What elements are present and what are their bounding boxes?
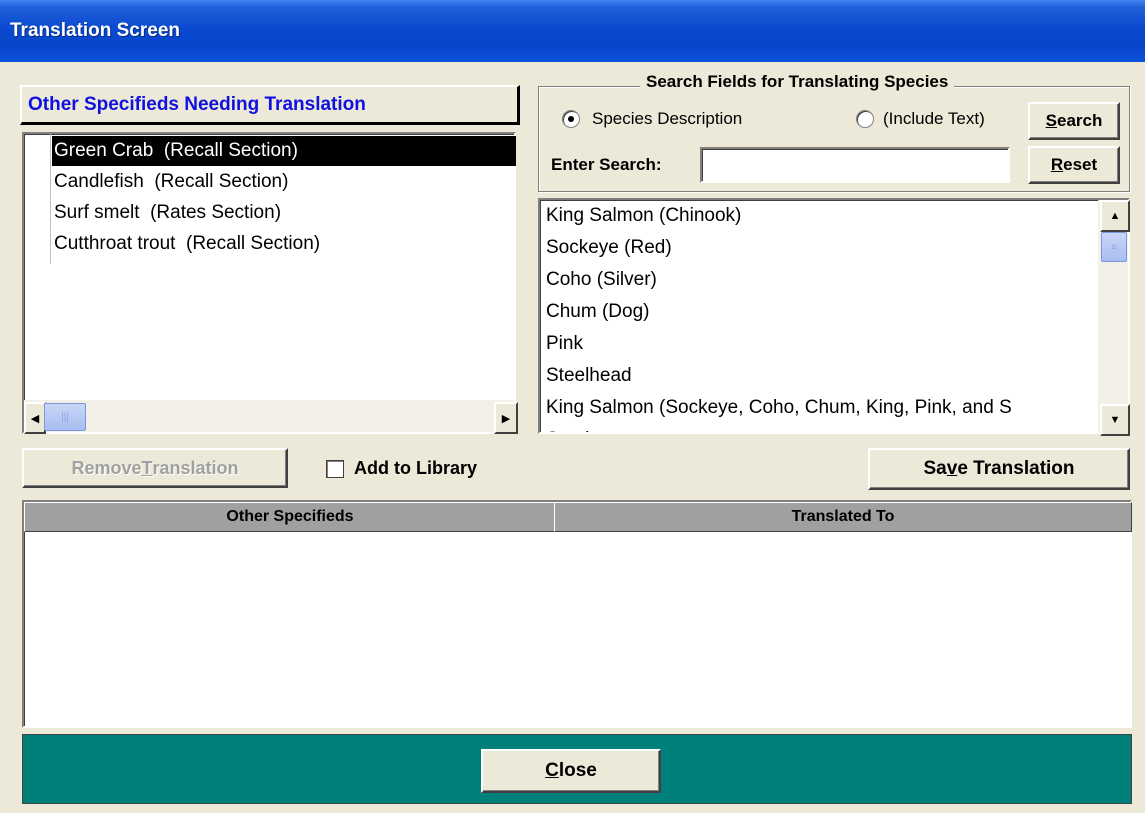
species-item[interactable]: Chum (Dog) (546, 296, 649, 328)
radio-selected-dot (568, 116, 574, 122)
search-button-accel: S (1045, 111, 1057, 130)
list-item[interactable]: Surf smelt (Rates Section) (54, 198, 281, 228)
save-button-text: Sa (923, 458, 947, 479)
reset-button[interactable]: Reset (1028, 146, 1120, 184)
close-button-accel: C (545, 760, 559, 781)
species-item[interactable]: Smelt (546, 424, 595, 432)
species-item[interactable]: King Salmon (Chinook) (546, 200, 741, 232)
reset-button-accel: R (1050, 155, 1064, 174)
close-button[interactable]: Close (481, 749, 661, 793)
scroll-down-arrow-icon[interactable]: ▼ (1100, 404, 1130, 436)
list-item[interactable]: Candlefish (Recall Section) (54, 167, 288, 197)
scroll-left-arrow-icon[interactable]: ◀ (24, 402, 46, 434)
include-text-radio[interactable] (856, 110, 874, 128)
scroll-right-arrow-icon[interactable]: ▶ (494, 402, 518, 434)
remove-button-accel: T (141, 457, 153, 478)
species-list[interactable]: King Salmon (Chinook) Sockeye (Red) Coho… (538, 198, 1130, 434)
search-button-text-rest: earch (1056, 111, 1103, 130)
other-specifieds-list[interactable]: Green Crab (Recall Section) Candlefish (… (22, 132, 516, 434)
save-translation-button[interactable]: Sa v e Translation (868, 448, 1130, 490)
translations-grid[interactable]: Other Specifieds Translated To (22, 500, 1132, 728)
search-button[interactable]: Search (1028, 102, 1120, 140)
remove-button-text: Remove (71, 457, 142, 478)
window-title: Translation Screen (10, 20, 181, 41)
add-to-library-checkbox[interactable] (326, 460, 344, 478)
species-item[interactable]: Steelhead (546, 360, 632, 392)
species-list-vertical-scrollbar[interactable]: ▲ ≡ ▼ (1098, 200, 1130, 436)
list-item-selected[interactable]: Green Crab (Recall Section) (52, 136, 516, 166)
list-item[interactable]: Cutthroat trout (Recall Section) (54, 229, 320, 259)
footer-bar: Close (22, 734, 1132, 804)
species-description-radio[interactable] (562, 110, 580, 128)
species-description-label: Species Description (592, 109, 743, 128)
scroll-up-arrow-icon[interactable]: ▲ (1100, 200, 1130, 232)
remove-button-text-rest: ranslation (152, 457, 239, 478)
scroll-thumb[interactable]: ||| (44, 403, 86, 431)
search-group-title: Search Fields for Translating Species (640, 72, 955, 92)
left-list-horizontal-scrollbar[interactable]: ◀ ||| ▶ (24, 400, 518, 434)
species-item[interactable]: Sockeye (Red) (546, 232, 672, 264)
search-input[interactable] (700, 147, 1010, 183)
remove-translation-button[interactable]: Remove Translation (22, 448, 288, 488)
species-item[interactable]: Pink (546, 328, 583, 360)
scroll-thumb[interactable]: ≡ (1101, 232, 1127, 262)
close-button-text-rest: lose (558, 760, 597, 781)
column-header-other-specifieds[interactable]: Other Specifieds (24, 502, 556, 532)
species-item[interactable]: King Salmon (Sockeye, Coho, Chum, King, … (546, 392, 1012, 424)
species-item[interactable]: Coho (Silver) (546, 264, 657, 296)
save-button-accel: v (946, 458, 958, 479)
save-button-text-rest: e Translation (957, 458, 1075, 479)
enter-search-label: Enter Search: (551, 155, 662, 174)
include-text-label: (Include Text) (883, 109, 985, 128)
title-bar[interactable]: Translation Screen (0, 0, 1145, 62)
list-gridline (50, 134, 51, 264)
reset-button-text-rest: eset (1063, 155, 1098, 174)
column-header-translated-to[interactable]: Translated To (554, 502, 1132, 532)
add-to-library-label: Add to Library (354, 458, 478, 478)
left-list-header: Other Specifieds Needing Translation (20, 85, 520, 125)
